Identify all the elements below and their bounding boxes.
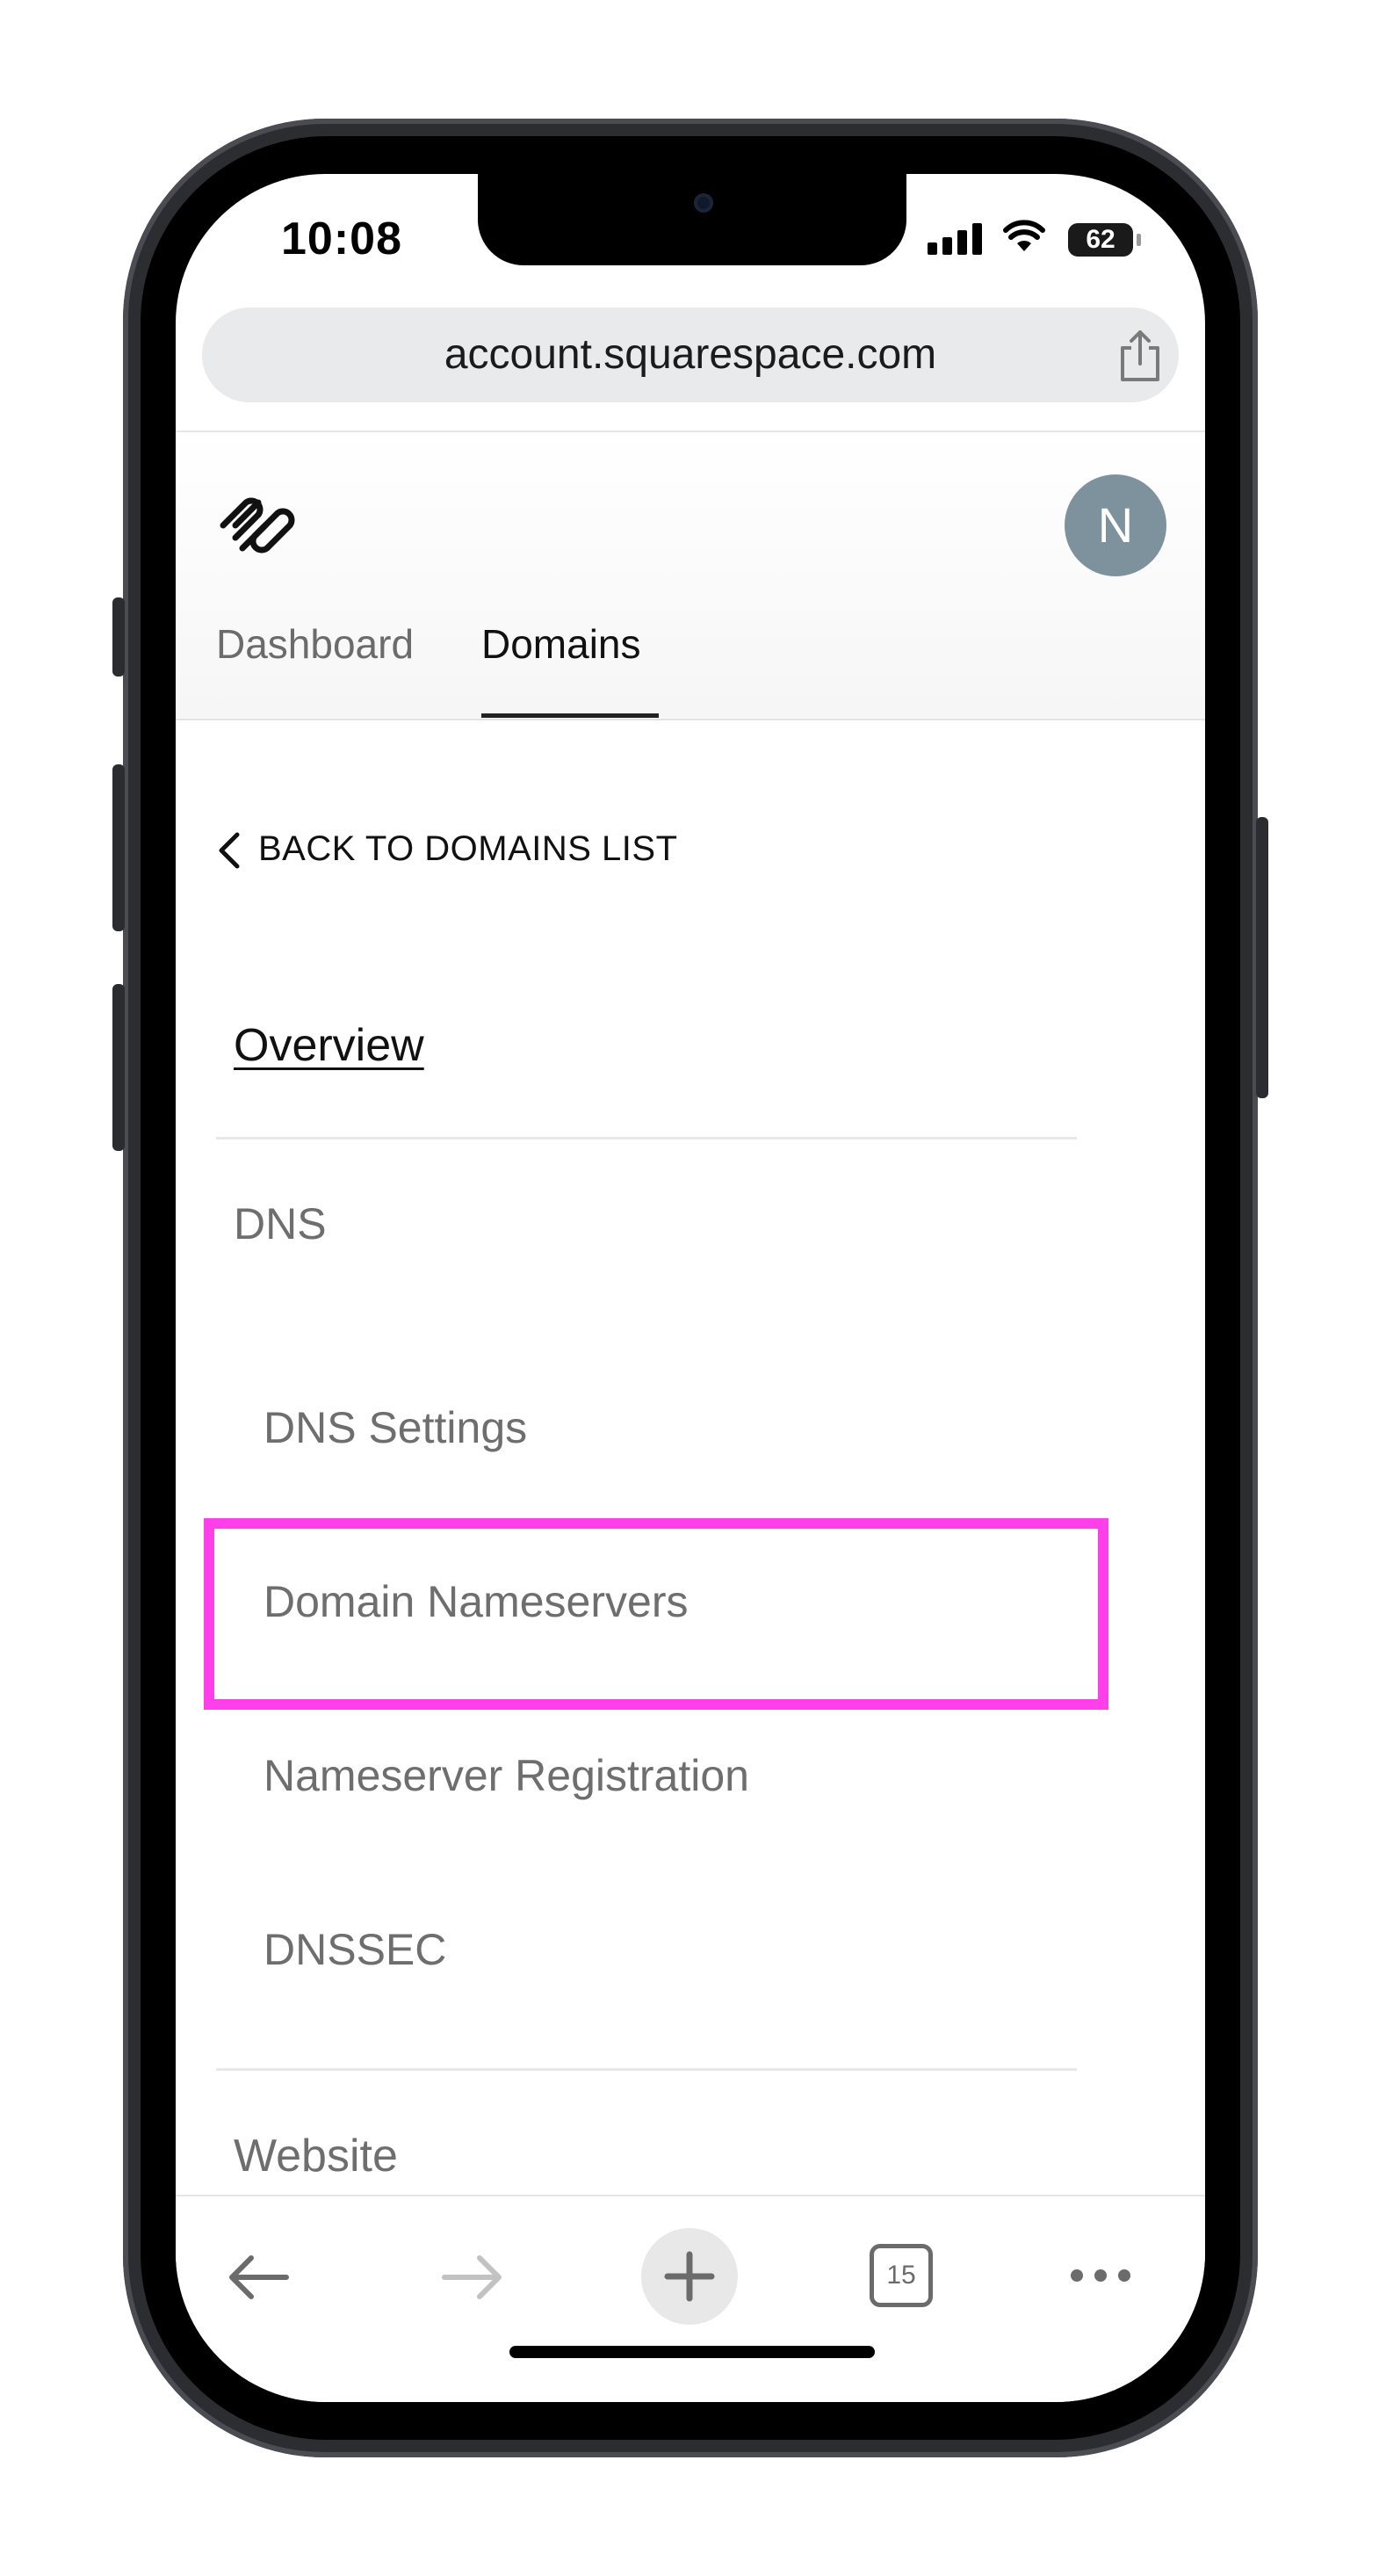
battery-level: 62 — [1086, 225, 1115, 254]
squarespace-logo-icon[interactable] — [216, 490, 297, 561]
tab-count: 15 — [886, 2261, 916, 2290]
plus-icon — [664, 2251, 715, 2302]
more-menu-icon[interactable] — [1068, 2263, 1133, 2292]
nav-section-dns[interactable]: DNS — [234, 1198, 327, 1249]
back-arrow-icon[interactable] — [225, 2251, 292, 2308]
battery-cap — [1137, 234, 1141, 246]
nav-nameserver-registration[interactable]: Nameserver Registration — [264, 1750, 749, 1801]
phone-screen: 10:08 62 account.squarespace.com N Dashb… — [176, 174, 1205, 2402]
divider — [216, 1137, 1077, 1140]
nav-dnssec[interactable]: DNSSEC — [264, 1924, 446, 1975]
volume-down-button — [112, 984, 125, 1151]
front-camera — [694, 193, 713, 213]
status-time: 10:08 — [281, 213, 402, 264]
home-indicator — [509, 2346, 875, 2358]
signal-icon — [928, 223, 982, 255]
tab-dashboard[interactable]: Dashboard — [216, 620, 414, 668]
battery-icon: 62 — [1068, 223, 1133, 257]
avatar[interactable]: N — [1065, 474, 1166, 576]
divider — [216, 2068, 1077, 2071]
back-to-domains-link[interactable]: BACK TO DOMAINS LIST — [258, 829, 678, 869]
nav-section-website[interactable]: Website — [234, 2130, 398, 2182]
highlight-box — [204, 1518, 1108, 1710]
forward-arrow-icon[interactable] — [439, 2251, 506, 2308]
volume-up-button — [112, 764, 125, 931]
share-icon[interactable] — [1115, 329, 1165, 383]
notch — [478, 174, 906, 265]
power-button — [1256, 817, 1268, 1098]
url-text: account.squarespace.com — [444, 331, 937, 378]
nav-dns-settings[interactable]: DNS Settings — [264, 1402, 527, 1453]
new-tab-button[interactable] — [641, 2228, 738, 2325]
address-bar[interactable]: account.squarespace.com — [202, 308, 1179, 402]
site-header — [176, 431, 1205, 720]
chevron-left-icon[interactable] — [214, 829, 242, 872]
nav-overview[interactable]: Overview — [234, 1019, 424, 1072]
silent-switch — [112, 597, 125, 677]
tab-domains[interactable]: Domains — [481, 620, 641, 668]
active-tab-indicator — [481, 713, 659, 718]
tabs-button[interactable]: 15 — [870, 2244, 933, 2307]
wifi-icon — [1003, 220, 1045, 260]
